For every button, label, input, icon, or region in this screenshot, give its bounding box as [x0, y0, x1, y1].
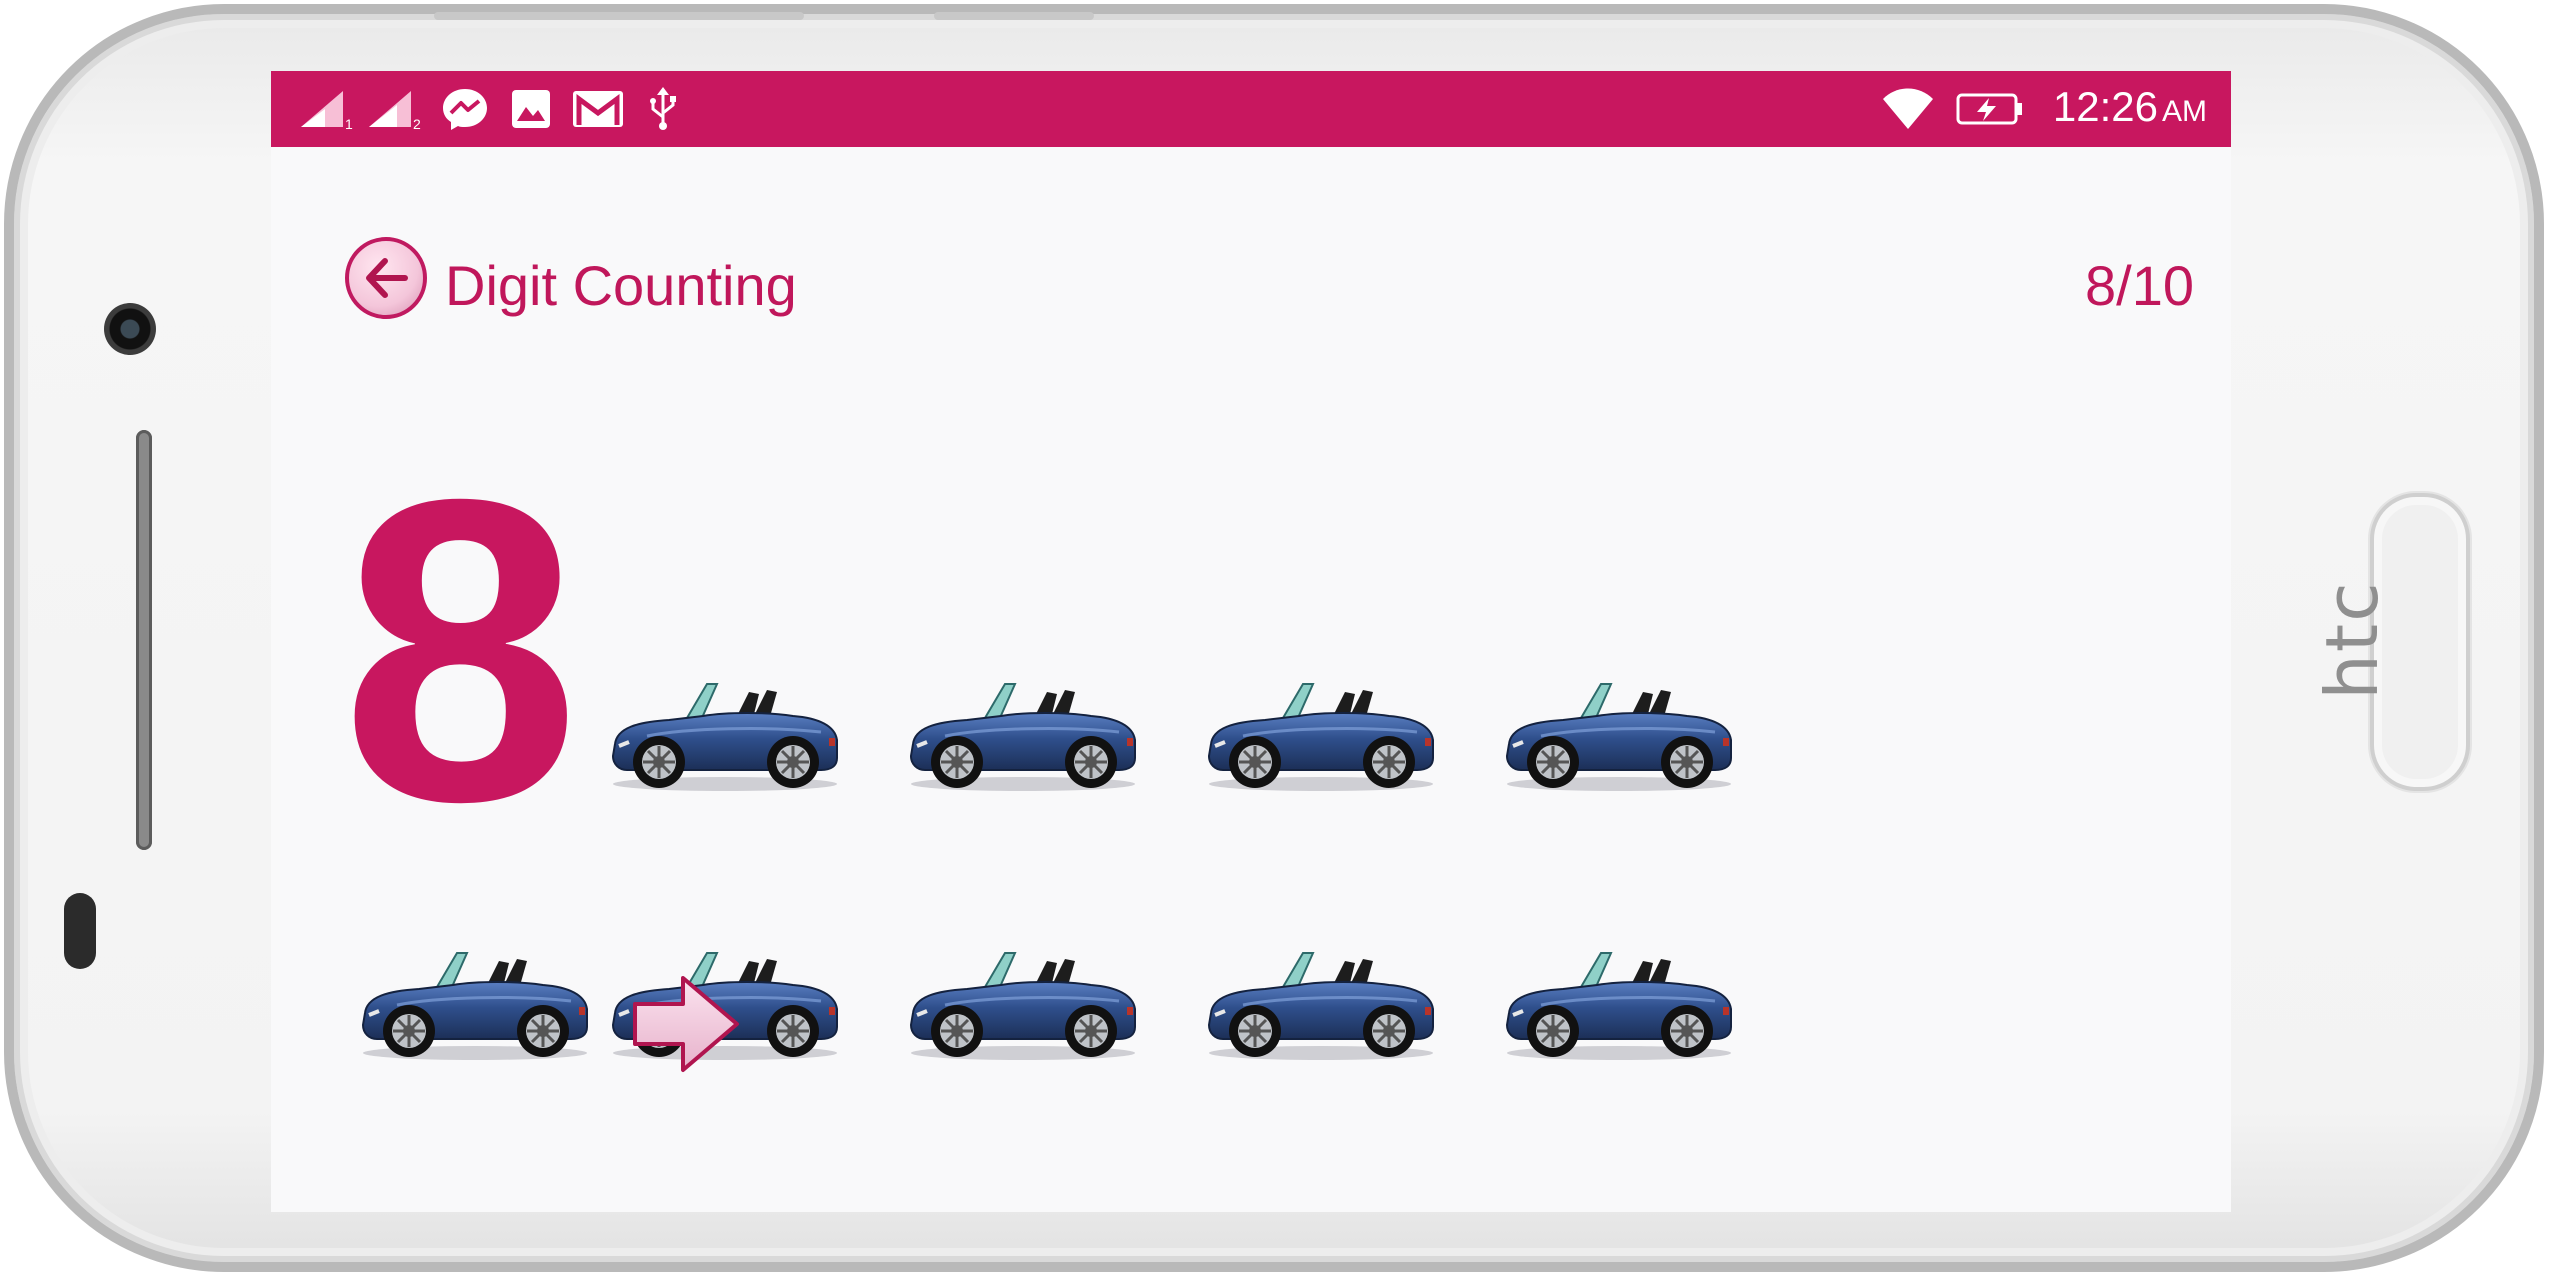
arrow-right-icon	[633, 976, 739, 1072]
count-car-image	[905, 666, 1141, 794]
clock-time: 12:26	[2052, 83, 2158, 130]
page-title: Digit Counting	[445, 254, 797, 317]
messenger-icon	[441, 87, 489, 131]
usb-icon	[645, 87, 681, 131]
question-progress: 8/10	[2085, 254, 2194, 317]
target-digit: 8	[341, 411, 581, 891]
sim2-label: 2	[413, 116, 421, 131]
sim1-label: 1	[345, 116, 353, 131]
front-camera	[104, 303, 156, 355]
count-car-image	[905, 935, 1141, 1063]
gmail-icon	[571, 87, 625, 131]
signal-sim1-icon: 1	[299, 87, 361, 131]
count-car-image	[607, 666, 843, 794]
volume-button	[434, 12, 804, 20]
arrow-left-icon	[366, 258, 408, 298]
gallery-icon	[509, 87, 553, 131]
signal-sim2-icon: 2	[367, 87, 429, 131]
count-car-image	[1501, 666, 1737, 794]
battery-charging-icon	[1955, 87, 2025, 131]
app-screen: 1 2 12:26 AM Digit Counting 8/10 8	[271, 71, 2231, 1212]
status-clock: 12:26 AM	[2053, 83, 2207, 131]
clock-ampm: AM	[2162, 95, 2207, 128]
earpiece-speaker	[136, 430, 152, 850]
count-car-image	[1501, 935, 1737, 1063]
back-button[interactable]	[345, 237, 427, 319]
proximity-sensor	[64, 893, 96, 969]
count-car-image	[1203, 666, 1439, 794]
app-header: Digit Counting 8/10	[345, 231, 2205, 331]
count-car-image	[1203, 935, 1439, 1063]
wifi-icon	[1881, 87, 1935, 131]
reference-car-image	[357, 935, 593, 1063]
brand-logo: htc	[2310, 580, 2394, 700]
status-bar: 1 2 12:26 AM	[271, 71, 2231, 147]
power-button	[934, 12, 1094, 20]
